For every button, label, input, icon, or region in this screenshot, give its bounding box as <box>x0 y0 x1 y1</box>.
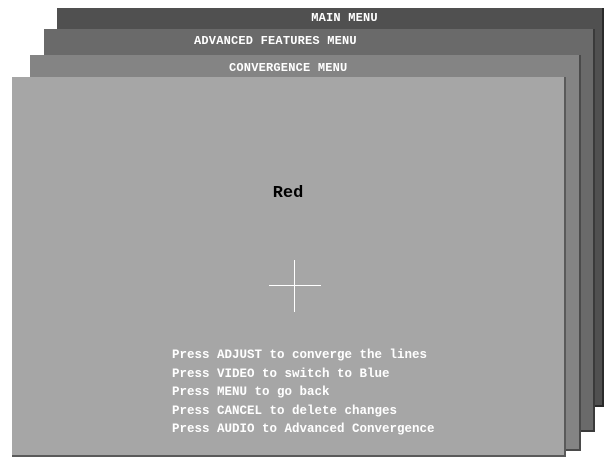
instruction-video: Press VIDEO to switch to Blue <box>172 366 390 381</box>
crosshair-icon <box>269 260 321 312</box>
advanced-features-menu-title: ADVANCED FEATURES MENU <box>194 34 357 48</box>
instruction-audio: Press AUDIO to Advanced Convergence <box>172 422 435 436</box>
instruction-adjust: Press ADJUST to converge the lines <box>172 348 428 362</box>
instruction-menu: Press MENU to go back <box>172 385 330 399</box>
main-menu-title: MAIN MENU <box>311 11 378 25</box>
convergence-content-panel: Red Press ADJUST to converge the lines P… <box>12 77 566 457</box>
instruction-list: Press ADJUST to converge the lines Press… <box>172 346 435 439</box>
current-color-label: Red <box>272 184 304 203</box>
instruction-cancel: Press CANCEL to delete changes <box>172 403 398 418</box>
crosshair-horizontal-line <box>269 285 321 286</box>
crosshair-vertical-line <box>294 260 295 312</box>
convergence-menu-title: CONVERGENCE MENU <box>229 61 348 75</box>
